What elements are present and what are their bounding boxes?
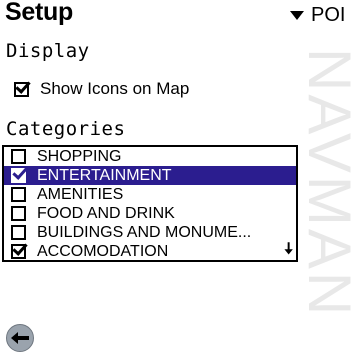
back-button[interactable] [6,324,34,352]
checkbox-icon [11,244,26,259]
page-title: Setup [5,0,73,26]
categories-section-label: Categories [6,118,126,140]
checkbox-icon [11,206,26,221]
poi-menu-trigger[interactable]: POI [290,4,345,27]
category-item-entertainment[interactable]: ENTERTAINMENT [4,166,296,185]
checkbox-icon [14,81,29,97]
category-label: SHOPPING [37,147,122,165]
category-item-buildings[interactable]: BUILDINGS AND MONUME... [4,223,296,242]
checkbox-icon [11,187,26,202]
display-section-label: Display [6,40,90,62]
back-arrow-icon [11,332,29,344]
checkbox-icon [11,149,26,164]
show-icons-label: Show Icons on Map [40,79,190,98]
category-label: ENTERTAINMENT [37,166,172,184]
category-item-amenities[interactable]: AMENITIES [4,185,296,204]
category-label: ACCOMODATION [37,242,169,260]
category-item-shopping[interactable]: SHOPPING [4,147,296,166]
arrow-down-icon[interactable]: 🠇 [284,242,293,258]
categories-list[interactable]: SHOPPING ENTERTAINMENT AMENITIES FOOD AN… [2,145,298,262]
category-label: FOOD AND DRINK [37,204,175,222]
triangle-down-icon [290,11,304,20]
category-label: AMENITIES [37,185,124,203]
checkbox-icon [11,225,26,240]
checkbox-icon [11,168,26,183]
category-label: BUILDINGS AND MONUME... [37,223,252,241]
brand-watermark: NAVMAN [306,0,360,356]
show-icons-checkbox[interactable]: Show Icons on Map [14,79,189,99]
poi-menu-label: POI [311,4,346,26]
category-item-food-and-drink[interactable]: FOOD AND DRINK [4,204,296,223]
watermark-text: NAVMAN [306,48,360,319]
category-item-accomodation[interactable]: ACCOMODATION [4,242,296,260]
